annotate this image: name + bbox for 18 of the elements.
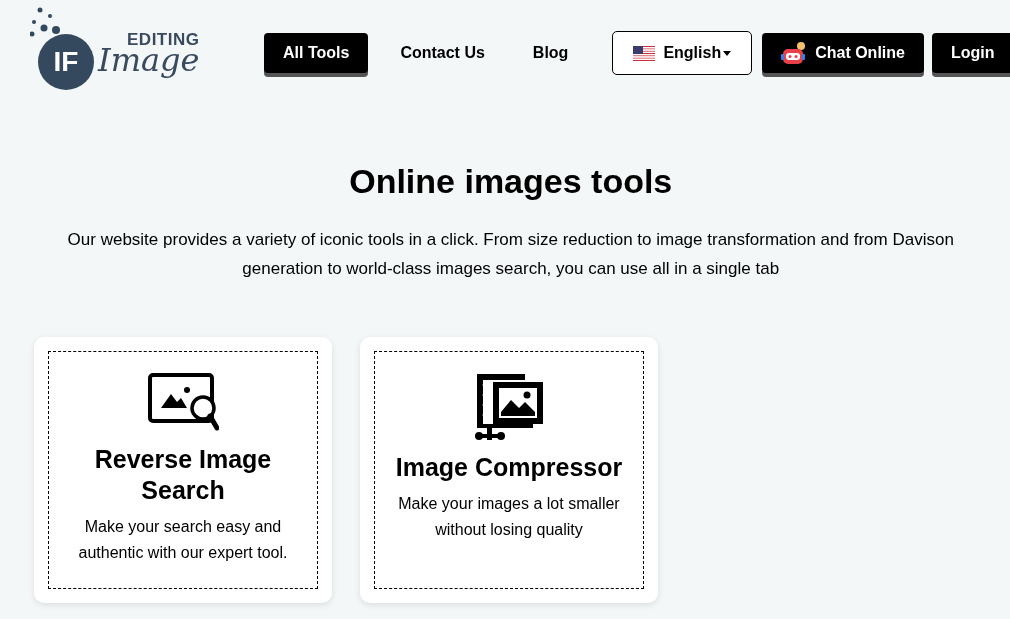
page-title: Online images tools (349, 162, 673, 201)
tool-title: Image Compressor (395, 452, 623, 483)
flag-icon (633, 45, 656, 61)
intro-text: Our website provides a variety of iconic tools in a click. From size reduction to image transformation and from Davison generation to world-class images search, you can use all in a single tab (66, 229, 955, 280)
caret-icon (723, 50, 732, 56)
tool-title: Reverse Image Search (93, 444, 273, 506)
image-search-icon (147, 372, 219, 434)
language-dropdown[interactable]: English (612, 31, 753, 75)
nav-link[interactable]: Contact Us (376, 33, 509, 73)
logo-text: EDITING (127, 30, 200, 48)
logo-badge-text: IF (53, 46, 79, 78)
image-clamp-icon (473, 372, 545, 442)
tool-card[interactable]: Image Compressor Make your images a lot smaller without losing quality (360, 337, 658, 603)
robot-icon (781, 41, 808, 65)
tool-card[interactable]: Reverse Image Search Make your search easy and authentic with our expert tool. (34, 337, 332, 603)
nav-link[interactable]: Blog (508, 33, 593, 73)
tool-description: Make your images a lot smaller without losing quality (397, 494, 621, 540)
tool-description: Make your search easy and authentic with our expert tool. (77, 517, 289, 563)
